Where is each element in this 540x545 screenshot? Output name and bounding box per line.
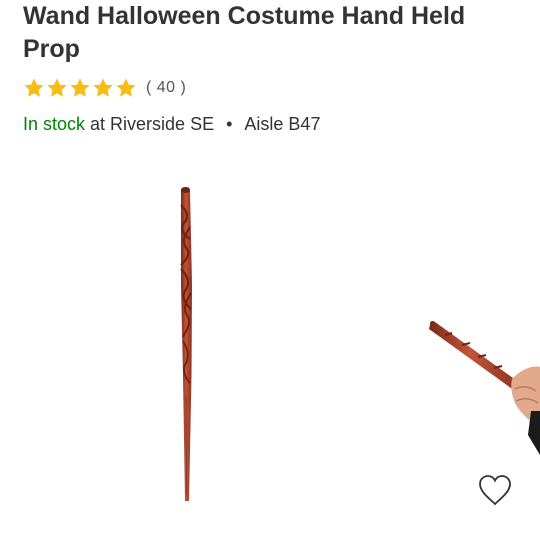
stock-status: In stock [23, 114, 86, 134]
star-rating [23, 77, 137, 99]
star-icon [46, 77, 68, 99]
star-icon [115, 77, 137, 99]
hand-holding-wand-image [429, 321, 540, 455]
rating-summary[interactable]: ( 40 ) [23, 77, 186, 99]
review-count[interactable]: ( 40 ) [146, 79, 186, 97]
product-image-main [180, 187, 540, 501]
star-icon [69, 77, 91, 99]
store-name[interactable]: Riverside SE [110, 112, 214, 136]
wand-image [180, 187, 192, 501]
product-image-carousel[interactable] [0, 165, 540, 540]
separator-dot: • [226, 114, 233, 134]
favorite-button[interactable] [477, 473, 513, 507]
star-icon [92, 77, 114, 99]
heart-outline-icon [479, 475, 511, 506]
store-prefix: at [90, 114, 106, 134]
availability-line: In stock at Riverside SE • Aisle B47 [23, 112, 320, 136]
aisle-location: Aisle B47 [244, 114, 321, 134]
product-title: Wand Halloween Costume Hand Held Prop [23, 2, 466, 63]
star-icon [23, 77, 45, 99]
